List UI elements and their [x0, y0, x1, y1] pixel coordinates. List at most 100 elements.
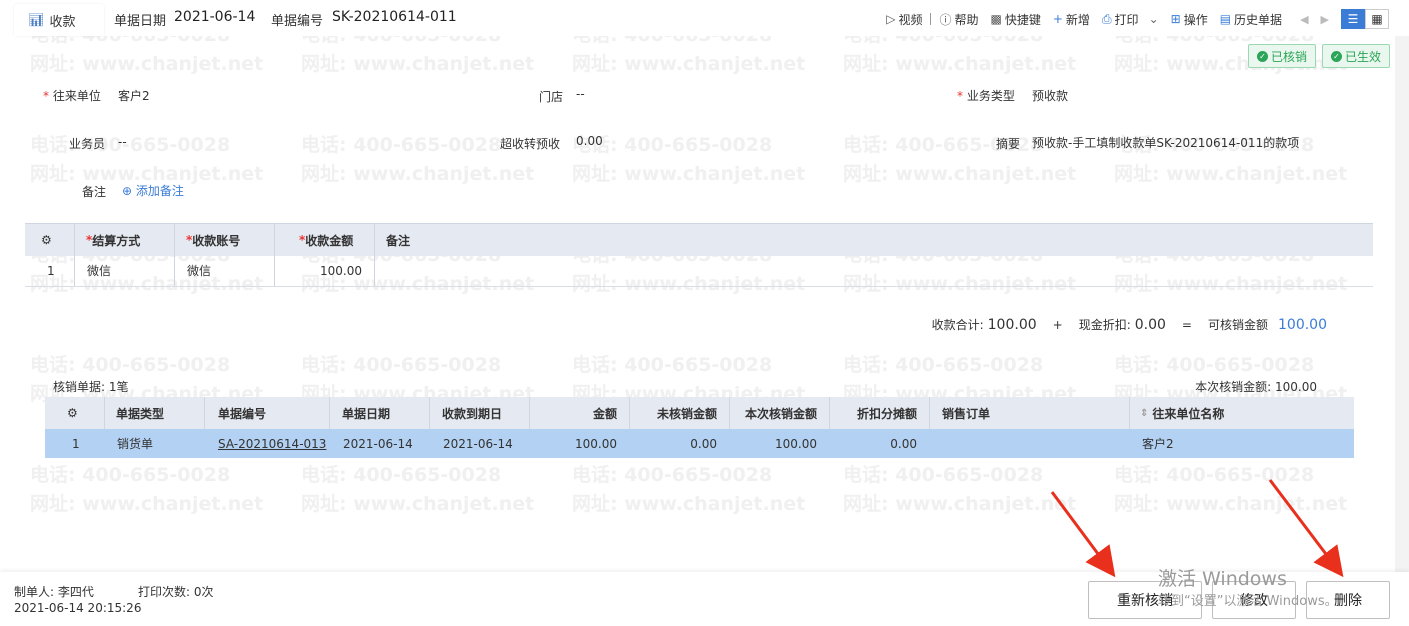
amount-cell[interactable]: 100.00 — [275, 255, 362, 286]
reverify-button[interactable]: 重新核销 — [1088, 581, 1202, 619]
biztype-label: * 业务类型 — [957, 89, 1015, 103]
history-button[interactable]: ▤ 历史单据 — [1220, 11, 1282, 28]
help-icon: ⓘ — [939, 12, 952, 27]
print-count-text: 打印次数: 0次 — [138, 585, 214, 599]
date-value: 2021-06-14 — [174, 9, 256, 25]
discount-cell: 0.00 — [890, 436, 917, 451]
table-row[interactable]: 1 销货单 SA-20210614-013 2021-06-14 2021-06… — [45, 429, 1354, 458]
card-view-button[interactable]: ▦ — [1365, 9, 1389, 29]
available-label: 可核销金额 — [1207, 318, 1268, 332]
watermark-phone: 电话: 400-665-0028 — [1114, 464, 1315, 486]
account-cell[interactable]: 微信 — [187, 255, 211, 286]
watermark-phone: 电话: 400-665-0028 — [843, 464, 1044, 486]
separator — [930, 13, 932, 25]
watermark-phone: 电话: 400-665-0028 — [1114, 354, 1315, 376]
add-label: 新增 — [1065, 12, 1090, 27]
watermark-site: 网址: www.chanjet.net — [1114, 493, 1348, 515]
verify-count: 核销单据: 1笔 — [53, 380, 129, 394]
row-number: 1 — [72, 436, 80, 451]
video-label: 视频 — [898, 12, 923, 27]
help-button[interactable]: ⓘ 帮助 — [939, 11, 978, 28]
chart-icon: 📊︎ — [28, 12, 45, 28]
delete-button[interactable]: 删除 — [1306, 581, 1390, 619]
amount-cell: 100.00 — [575, 436, 617, 451]
effective-label: 已生效 — [1345, 49, 1382, 64]
tab-receipt[interactable]: 📊︎ 收款 — [14, 4, 104, 36]
keyboard-icon: ▩ — [990, 12, 1002, 26]
salesman-label: 业务员 — [69, 137, 106, 151]
plus-icon: + — [1052, 12, 1063, 26]
store-label: 门店 — [539, 90, 564, 104]
table-row[interactable]: 1 微信 微信 100.00 — [25, 255, 1373, 287]
partner-value[interactable]: 客户2 — [118, 87, 150, 104]
salesman-value[interactable]: -- — [118, 135, 127, 149]
col-due-date: 收款到期日 — [442, 406, 503, 421]
due-date-cell: 2021-06-14 — [443, 436, 513, 451]
totals-bar: 收款合计: 100.00 + 现金折扣: 0.00 = 可核销金额 100.00 — [932, 316, 1327, 333]
add-note-link[interactable]: ⊕ 添加备注 — [122, 182, 184, 199]
settle-method-cell[interactable]: 微信 — [87, 255, 111, 286]
watermark-phone: 电话: 400-665-0028 — [572, 464, 773, 486]
shortcut-button[interactable]: ▩ 快捷键 — [991, 11, 1041, 28]
toolbar: ▷ 视频 ⓘ 帮助 ▩ 快捷键 + 新增 ⎙ 打印 ⌄ ⊞ 操作 ▤ 历史单据 … — [874, 9, 1389, 29]
note-label: 备注 — [82, 185, 107, 199]
arrow-to-delete — [1268, 479, 1344, 578]
edit-button[interactable]: 修改 — [1212, 581, 1296, 619]
col-doc-code: 单据编号 — [218, 406, 267, 421]
received-value: 100.00 — [987, 317, 1037, 333]
gear-icon[interactable]: ⚙ — [67, 397, 78, 429]
gear-icon[interactable]: ⚙ — [41, 224, 52, 256]
timestamp-text: 2021-06-14 20:15:26 — [14, 601, 142, 615]
prev-arrow-icon[interactable]: ◀ — [1300, 13, 1308, 26]
watermark-site: 网址: www.chanjet.net — [30, 53, 264, 75]
video-button[interactable]: ▷ 视频 — [886, 11, 922, 28]
biztype-value[interactable]: 预收款 — [1032, 87, 1068, 104]
add-button[interactable]: + 新增 — [1053, 11, 1090, 28]
watermark-phone: 电话: 400-665-0028 — [572, 354, 773, 376]
overflow-value[interactable]: 0.00 — [576, 134, 603, 148]
code-label: 单据编号 — [271, 14, 324, 29]
grid-icon: ⊞ — [1170, 12, 1181, 26]
summary-label: 摘要 — [996, 137, 1021, 151]
watermark-phone: 电话: 400-665-0028 — [30, 464, 231, 486]
watermark-phone: 电话: 400-665-0028 — [301, 134, 502, 156]
annotation-arrows — [1050, 479, 1344, 578]
operate-label: 操作 — [1183, 12, 1208, 27]
watermark-phone: 电话: 400-665-0028 — [843, 354, 1044, 376]
discount-value: 0.00 — [1134, 317, 1166, 333]
check-icon: ✓ — [1257, 50, 1268, 62]
watermark-site: 网址: www.chanjet.net — [572, 53, 806, 75]
print-label: 打印 — [1114, 12, 1139, 27]
play-icon: ▷ — [886, 12, 896, 26]
overflow-label: 超收转预收 — [500, 137, 561, 151]
card-icon: ▦ — [1371, 12, 1383, 26]
partner-name-cell: 客户2 — [1142, 437, 1174, 451]
effective-badge: ✓ 已生效 — [1322, 44, 1391, 68]
doc-date-cell: 2021-06-14 — [343, 436, 413, 451]
list-view-button[interactable]: ☰ — [1341, 9, 1365, 29]
equals-sign: = — [1181, 318, 1192, 332]
watermark-site: 网址: www.chanjet.net — [301, 493, 535, 515]
watermark-phone: 电话: 400-665-0028 — [30, 134, 231, 156]
store-value[interactable]: -- — [576, 87, 585, 101]
operate-button[interactable]: ⊞ 操作 — [1171, 11, 1208, 28]
unverified-cell: 0.00 — [690, 436, 717, 451]
summary-value[interactable]: 预收款-手工填制收款单SK-20210614-011的款项 — [1032, 134, 1299, 151]
received-label: 收款合计: — [931, 318, 984, 332]
watermark: 电话: 400-665-0028 网址: www.chanjet.net 电话: 4… — [0, 0, 1409, 625]
col-this-verify: 本次核销金额 — [744, 406, 817, 421]
print-button[interactable]: ⎙ 打印 ⌄ — [1102, 11, 1159, 28]
this-verify-cell[interactable]: 100.00 — [729, 429, 817, 458]
history-label: 历史单据 — [1234, 12, 1283, 27]
doc-code-link[interactable]: SA-20210614-013 — [218, 429, 326, 458]
creator-text: 制单人: 李四代 — [14, 585, 94, 599]
watermark-site: 网址: www.chanjet.net — [301, 53, 535, 75]
doc-type-cell: 销货单 — [117, 437, 154, 451]
watermark-site: 网址: www.chanjet.net — [1114, 163, 1348, 185]
watermark-site: 网址: www.chanjet.net — [843, 493, 1077, 515]
sort-icon: ⇕ — [1140, 407, 1149, 419]
top-bar: 📊︎ 收款 单据日期 2021-06-14 单据编号 SK-20210614-0… — [0, 0, 1409, 36]
watermark-phone: 电话: 400-665-0028 — [301, 354, 502, 376]
list-icon: ☰ — [1347, 12, 1359, 26]
next-arrow-icon[interactable]: ▶ — [1321, 13, 1329, 26]
